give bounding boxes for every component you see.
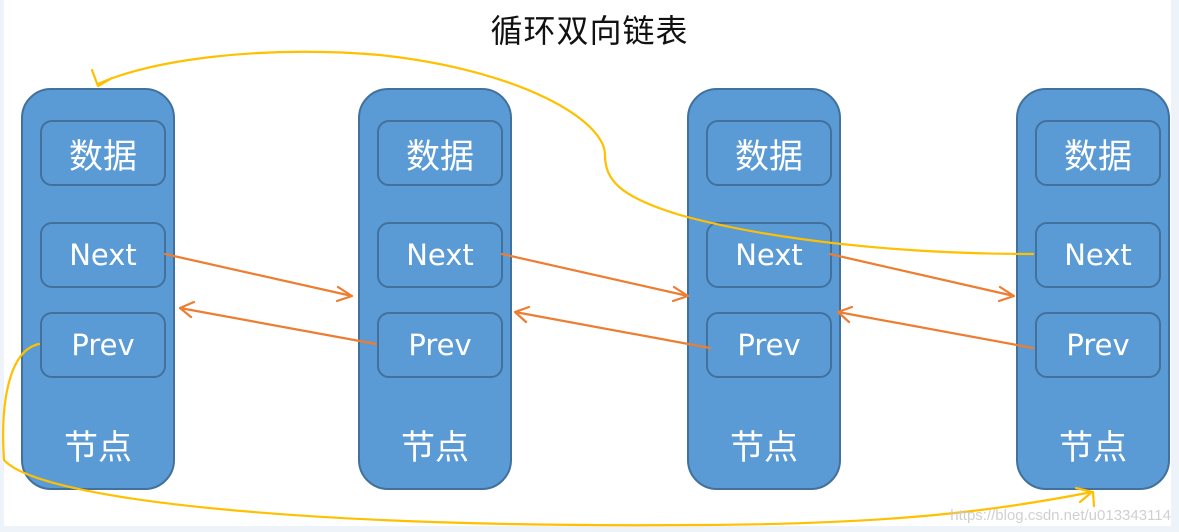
list-node-2: 数据 Next Prev 节点 (358, 88, 512, 490)
node-data-field: 数据 (706, 120, 832, 186)
diagram-title: 循环双向链表 (490, 12, 689, 50)
node-next-field: Next (40, 222, 166, 288)
node-next-field: Next (1035, 222, 1161, 288)
list-node-3: 数据 Next Prev 节点 (687, 88, 841, 490)
node-prev-field: Prev (40, 312, 166, 378)
node-data-field: 数据 (40, 120, 166, 186)
node-label: 节点 (1059, 428, 1127, 468)
list-node-4: 数据 Next Prev 节点 (1016, 88, 1170, 490)
watermark: https://blog.csdn.net/u013343114 (950, 507, 1171, 524)
node-next-field: Next (706, 222, 832, 288)
node-data-field: 数据 (377, 120, 503, 186)
node-label: 节点 (730, 428, 798, 468)
node-prev-field: Prev (377, 312, 503, 378)
node-data-field: 数据 (1035, 120, 1161, 186)
node-prev-field: Prev (1035, 312, 1161, 378)
node-prev-field: Prev (706, 312, 832, 378)
diagram-canvas (4, 0, 1171, 526)
node-label: 节点 (401, 428, 469, 468)
node-label: 节点 (64, 428, 132, 468)
list-node-1: 数据 Next Prev 节点 (21, 88, 175, 490)
node-next-field: Next (377, 222, 503, 288)
